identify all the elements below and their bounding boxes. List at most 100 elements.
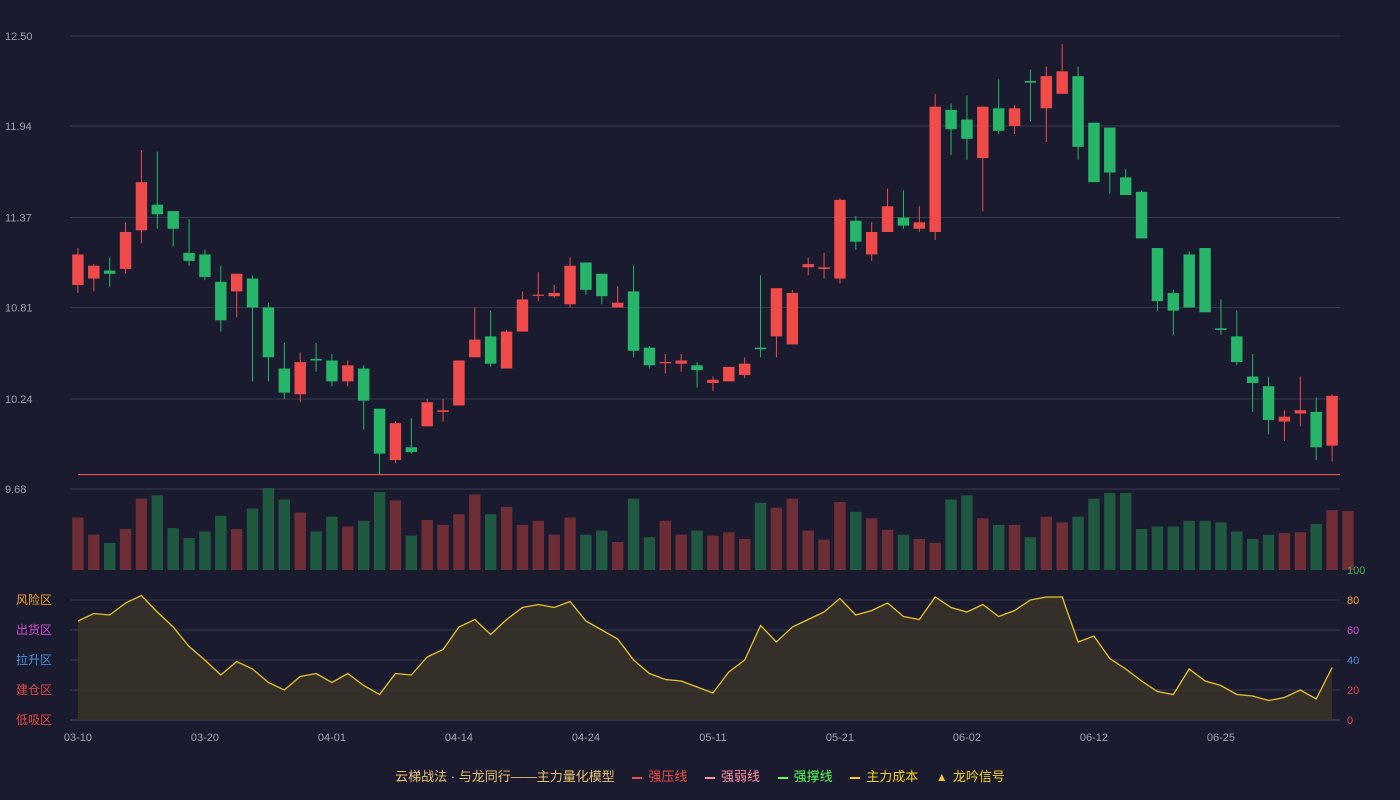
- volume-series: [72, 488, 1354, 570]
- candle-body: [437, 410, 449, 412]
- candle-body: [1088, 122, 1100, 183]
- candle-body: [1151, 248, 1164, 302]
- volume-bar: [945, 499, 957, 570]
- candle-body: [627, 291, 640, 351]
- candle-body: [230, 273, 243, 292]
- volume-bar: [278, 499, 291, 570]
- volume-bar: [548, 534, 560, 570]
- candle-body: [834, 199, 846, 279]
- candle-body: [151, 204, 164, 215]
- candle-body: [977, 106, 989, 159]
- chart-legend: 云梯战法 · 与龙同行——主力量化模型 强压线 强弱线 强撑线 主力成本 ▲ 龙吟…: [0, 766, 1400, 785]
- volume-bar: [516, 524, 529, 570]
- volume-bar: [707, 535, 719, 570]
- volume-bar: [1294, 532, 1307, 570]
- indicator-tick-label: 0: [1347, 715, 1353, 727]
- volume-bar: [1135, 529, 1148, 570]
- candle-body: [818, 267, 830, 269]
- volume-bar: [88, 534, 100, 570]
- candle-body: [596, 273, 608, 297]
- candle-body: [1040, 76, 1053, 109]
- volume-bar: [913, 538, 926, 570]
- indicator-panel: 100 80 60 40 20 0 风险区出货区拉升区建仓区低吸区: [16, 565, 1365, 727]
- candle-body: [373, 408, 386, 454]
- price-tick-label: 9.68: [5, 484, 26, 496]
- volume-bar: [802, 530, 814, 570]
- candle-body: [167, 211, 179, 229]
- price-tick-label: 11.94: [5, 121, 32, 133]
- price-tick-label: 12.50: [5, 31, 33, 43]
- volume-bar: [469, 494, 481, 570]
- date-tick-label: 06-12: [1080, 732, 1108, 744]
- volume-bar: [818, 539, 830, 570]
- volume-bar: [961, 495, 973, 570]
- volume-bar: [500, 506, 513, 570]
- price-tick-label: 10.81: [5, 302, 33, 314]
- volume-bar: [691, 530, 703, 570]
- price-tick-label: 11.37: [5, 213, 32, 225]
- volume-bar: [1167, 526, 1180, 570]
- legend-label: 强弱线: [721, 769, 761, 784]
- volume-bar: [977, 518, 989, 570]
- candle-body: [1215, 328, 1227, 330]
- candle-body: [421, 402, 433, 427]
- candle-body: [1183, 254, 1195, 308]
- candle-body: [119, 231, 132, 269]
- volume-bar: [1056, 522, 1068, 570]
- legend-support-marker: [777, 776, 788, 779]
- date-tick-label: 06-02: [953, 732, 981, 744]
- legend-label: 强撑线: [793, 769, 833, 784]
- legend-item-strength[interactable]: 强弱线: [705, 766, 760, 785]
- candle-body: [1278, 416, 1291, 422]
- candle-body: [738, 363, 751, 375]
- volume-bar: [437, 524, 449, 570]
- volume-bar: [1119, 492, 1132, 570]
- candle-body: [215, 281, 227, 321]
- candle-body: [294, 362, 306, 395]
- date-tick-label: 03-10: [64, 732, 92, 744]
- volume-bar: [1215, 522, 1227, 570]
- candle-body: [326, 360, 338, 382]
- volume-bar: [897, 534, 910, 570]
- volume-bar: [564, 517, 576, 570]
- candle-body: [1024, 80, 1037, 83]
- volume-bar: [357, 520, 370, 570]
- volume-bar: [834, 501, 846, 570]
- candle-body: [1199, 248, 1211, 313]
- legend-item-pressure[interactable]: 强压线: [632, 766, 687, 785]
- volume-bar: [1278, 533, 1291, 570]
- volume-bar: [1183, 520, 1195, 570]
- candle-body: [961, 119, 973, 139]
- legend-item-signal[interactable]: ▲ 龙吟信号: [936, 766, 1005, 785]
- candlestick-series: [72, 44, 1338, 475]
- candle-body: [1135, 191, 1148, 239]
- candle-body: [913, 222, 926, 229]
- candle-body: [802, 264, 814, 268]
- date-tick-label: 04-14: [445, 732, 473, 744]
- candle-body: [1167, 293, 1180, 311]
- volume-bar: [151, 495, 164, 570]
- candle-body: [881, 206, 894, 232]
- volume-bar: [754, 502, 767, 570]
- volume-bar: [246, 508, 259, 570]
- indicator-tick-label: 20: [1347, 685, 1359, 697]
- volume-bar: [1040, 516, 1053, 570]
- volume-bar: [627, 498, 640, 570]
- candle-body: [548, 293, 560, 297]
- volume-bar: [1072, 516, 1084, 570]
- candle-body: [945, 109, 957, 130]
- volume-bar: [342, 526, 354, 570]
- legend-item-cost[interactable]: 主力成本: [850, 766, 918, 785]
- legend-item-support[interactable]: 强撑线: [777, 766, 833, 785]
- candle-body: [278, 368, 291, 393]
- legend-cost-marker: [850, 776, 861, 779]
- volume-bar: [1246, 538, 1259, 570]
- volume-bar: [405, 535, 418, 570]
- candle-body: [659, 362, 672, 364]
- candle-body: [691, 365, 703, 371]
- volume-bar: [262, 488, 275, 570]
- volume-bar: [659, 520, 672, 570]
- volume-bar: [119, 529, 132, 570]
- candle-body: [723, 366, 735, 382]
- candle-body: [103, 270, 116, 274]
